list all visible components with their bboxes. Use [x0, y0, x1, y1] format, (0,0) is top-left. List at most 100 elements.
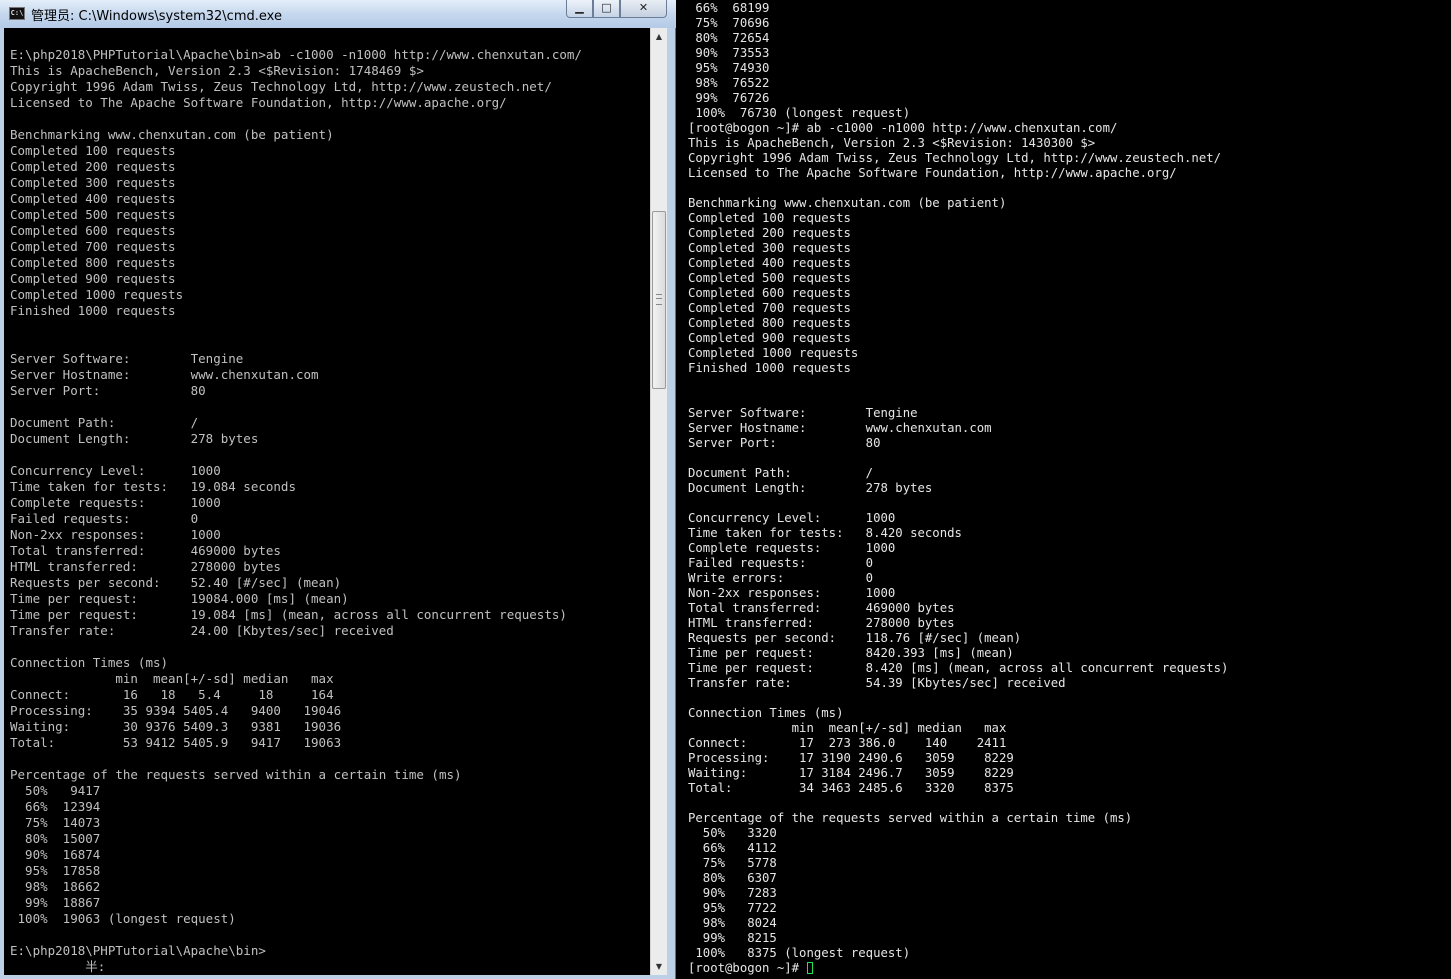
minimize-button[interactable]: ▁ — [566, 0, 593, 18]
terminal-line: Completed 900 requests — [688, 331, 851, 345]
console-line: Server Port: 80 — [10, 383, 206, 398]
window-title: 管理员: C:\Windows\system32\cmd.exe — [31, 9, 282, 24]
terminal-line: Non-2xx responses: 1000 — [688, 586, 896, 600]
console-line: Requests per second: 52.40 [#/sec] (mean… — [10, 575, 342, 590]
console-line: Completed 300 requests — [10, 175, 176, 190]
console-line: 半: — [10, 959, 106, 974]
console-line: Time per request: 19.084 [ms] (mean, acr… — [10, 607, 567, 622]
console-line: Processing: 35 9394 5405.4 9400 19046 — [10, 703, 342, 718]
terminal-line: Requests per second: 118.76 [#/sec] (mea… — [688, 631, 1022, 645]
console-line: Document Length: 278 bytes — [10, 431, 259, 446]
terminal-line: 90% 7283 — [688, 886, 777, 900]
terminal-line: Completed 100 requests — [688, 211, 851, 225]
terminal-line: Time per request: 8.420 [ms] (mean, acro… — [688, 661, 1229, 675]
terminal-line: Processing: 17 3190 2490.6 3059 8229 — [688, 751, 1014, 765]
terminal-line: 66% 68199 — [688, 1, 770, 15]
terminal-line: Failed requests: 0 — [688, 556, 874, 570]
terminal-line: Document Length: 278 bytes — [688, 481, 933, 495]
console-line: Completed 800 requests — [10, 255, 176, 270]
terminal-line: Concurrency Level: 1000 — [688, 511, 896, 525]
console-line: Completed 600 requests — [10, 223, 176, 238]
terminal-line: Completed 600 requests — [688, 286, 851, 300]
cmd-window: C:\ 管理员: C:\Windows\system32\cmd.exe ▁ □… — [0, 0, 676, 979]
console-line: Failed requests: 0 — [10, 511, 199, 526]
terminal-line: Percentage of the requests served within… — [688, 811, 1133, 825]
terminal-line: 50% 3320 — [688, 826, 777, 840]
grip-icon — [656, 294, 662, 305]
console-line: Completed 400 requests — [10, 191, 176, 206]
terminal-line: 100% 8375 (longest request) — [688, 946, 911, 960]
console-line: Connection Times (ms) — [10, 655, 169, 670]
console-line: Completed 700 requests — [10, 239, 176, 254]
console-line: 75% 14073 — [10, 815, 101, 830]
console-line: E:\php2018\PHPTutorial\Apache\bin> — [10, 943, 266, 958]
console-line: Total: 53 9412 5405.9 9417 19063 — [10, 735, 342, 750]
console-line: Copyright 1996 Adam Twiss, Zeus Technolo… — [10, 79, 552, 94]
console-line: Server Software: Tengine — [10, 351, 244, 366]
cmd-app-icon[interactable]: C:\ — [9, 7, 25, 20]
linux-terminal-output[interactable]: 66% 68199 75% 70696 80% 72654 90% 73553 … — [680, 0, 1451, 979]
terminal-line: Connection Times (ms) — [688, 706, 844, 720]
terminal-line: 90% 73553 — [688, 46, 770, 60]
cmd-console-output[interactable]: E:\php2018\PHPTutorial\Apache\bin>ab -c1… — [4, 28, 650, 975]
terminal-line: 80% 72654 — [688, 31, 770, 45]
console-line: Connect: 16 18 5.4 18 164 — [10, 687, 334, 702]
console-line: This is ApacheBench, Version 2.3 <$Revis… — [10, 63, 424, 78]
console-line: E:\php2018\PHPTutorial\Apache\bin>ab -c1… — [10, 47, 582, 62]
console-line: Total transferred: 469000 bytes — [10, 543, 281, 558]
console-line: Document Path: / — [10, 415, 199, 430]
close-button[interactable]: ✕ — [620, 0, 667, 18]
terminal-line: Licensed to The Apache Software Foundati… — [688, 166, 1177, 180]
terminal-line: 98% 76522 — [688, 76, 770, 90]
console-line: Complete requests: 1000 — [10, 495, 221, 510]
terminal-line: Completed 200 requests — [688, 226, 851, 240]
scroll-down-arrow-icon[interactable]: ▼ — [651, 958, 667, 975]
terminal-line: Finished 1000 requests — [688, 361, 851, 375]
terminal-line: Waiting: 17 3184 2496.7 3059 8229 — [688, 766, 1014, 780]
console-line: 100% 19063 (longest request) — [10, 911, 236, 926]
terminal-line: Server Hostname: www.chenxutan.com — [688, 421, 992, 435]
terminal-line: Document Path: / — [688, 466, 874, 480]
terminal-line: Time taken for tests: 8.420 seconds — [688, 526, 962, 540]
vertical-scrollbar[interactable]: ▲ ▼ — [650, 28, 667, 975]
console-line: Completed 900 requests — [10, 271, 176, 286]
terminal-line: 95% 74930 — [688, 61, 770, 75]
console-line: Time taken for tests: 19.084 seconds — [10, 479, 296, 494]
console-line: Licensed to The Apache Software Foundati… — [10, 95, 507, 110]
scrollbar-thumb[interactable] — [652, 211, 666, 389]
terminal-line: 99% 76726 — [688, 91, 770, 105]
terminal-line: 100% 76730 (longest request) — [688, 106, 911, 120]
console-line: 80% 15007 — [10, 831, 101, 846]
console-line: Finished 1000 requests — [10, 303, 176, 318]
terminal-line: 98% 8024 — [688, 916, 777, 930]
terminal-prompt-line[interactable]: [root@bogon ~]# — [688, 961, 814, 976]
terminal-line: [root@bogon ~]# ab -c1000 -n1000 http://… — [688, 121, 1118, 135]
console-line: 95% 17858 — [10, 863, 101, 878]
terminal-line: Completed 700 requests — [688, 301, 851, 315]
terminal-line: Server Port: 80 — [688, 436, 881, 450]
console-line: 50% 9417 — [10, 783, 101, 798]
terminal-line: Total: 34 3463 2485.6 3320 8375 — [688, 781, 1014, 795]
scroll-up-arrow-icon[interactable]: ▲ — [651, 28, 667, 45]
terminal-line: Total transferred: 469000 bytes — [688, 601, 955, 615]
terminal-line: 75% 70696 — [688, 16, 770, 30]
cmd-titlebar[interactable]: C:\ 管理员: C:\Windows\system32\cmd.exe ▁ □… — [0, 0, 676, 28]
terminal-line: Completed 1000 requests — [688, 346, 859, 360]
console-line: Completed 100 requests — [10, 143, 176, 158]
terminal-line: Benchmarking www.chenxutan.com (be patie… — [688, 196, 1007, 210]
console-line: 66% 12394 — [10, 799, 101, 814]
console-line: 98% 18662 — [10, 879, 101, 894]
terminal-line: min mean[+/-sd] median max — [688, 721, 1007, 735]
terminal-line: Transfer rate: 54.39 [Kbytes/sec] receiv… — [688, 676, 1066, 690]
console-line: Completed 500 requests — [10, 207, 176, 222]
terminal-line: 95% 7722 — [688, 901, 777, 915]
console-line: Waiting: 30 9376 5409.3 9381 19036 — [10, 719, 342, 734]
console-line: 99% 18867 — [10, 895, 101, 910]
terminal-line: 99% 8215 — [688, 931, 777, 945]
console-line: Non-2xx responses: 1000 — [10, 527, 221, 542]
maximize-button[interactable]: □ — [593, 0, 620, 18]
console-line: HTML transferred: 278000 bytes — [10, 559, 281, 574]
terminal-line: Completed 800 requests — [688, 316, 851, 330]
terminal-line: Server Software: Tengine — [688, 406, 918, 420]
console-line: Time per request: 19084.000 [ms] (mean) — [10, 591, 349, 606]
